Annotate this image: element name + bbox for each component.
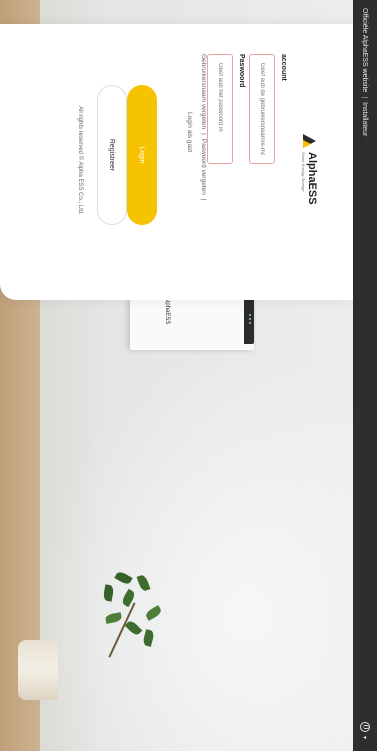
forgot-username-link[interactable]: Gebruikersnaam vergeten [200, 54, 207, 129]
alphaess-logo-icon [302, 134, 316, 148]
login-card: AlphaESS Smart Energy Storage account Pa… [0, 24, 353, 300]
official-website-link[interactable]: Officiële AlphaESS website [362, 8, 369, 92]
brand-logo: AlphaESS Smart Energy Storage [301, 134, 318, 205]
device-brand-text: AlphaESS [164, 297, 170, 325]
guest-login-link[interactable]: Login als gast [186, 112, 193, 152]
links-separator: | [200, 198, 207, 201]
brand-name: AlphaESS [306, 152, 318, 205]
top-bar: Officiële AlphaESS website | Installateu… [353, 0, 377, 751]
recovery-links: Gebruikersnaam vergeten | Paswoord verge… [200, 54, 207, 201]
password-input[interactable] [207, 54, 233, 164]
topbar-separator: | [361, 96, 369, 99]
register-button[interactable]: Registreer [97, 85, 127, 225]
links-separator: | [200, 133, 207, 135]
language-selector[interactable]: ▾ [360, 721, 370, 739]
chevron-down-icon: ▾ [361, 735, 368, 739]
device-leds [249, 314, 251, 324]
account-input[interactable] [249, 54, 275, 164]
login-button[interactable]: Login [127, 85, 157, 225]
account-label: account [280, 54, 287, 81]
forgot-password-link[interactable]: Paswoord vergeten [200, 139, 207, 195]
installer-link[interactable]: Installateur [362, 102, 369, 136]
globe-icon [360, 721, 370, 732]
login-page: Officiële AlphaESS website | Installateu… [0, 0, 377, 751]
password-label: Paswoord [238, 54, 245, 88]
copyright-text: All rights reserved © Alpha ESS Co., Ltd… [77, 106, 83, 215]
plant-pot [18, 640, 58, 700]
